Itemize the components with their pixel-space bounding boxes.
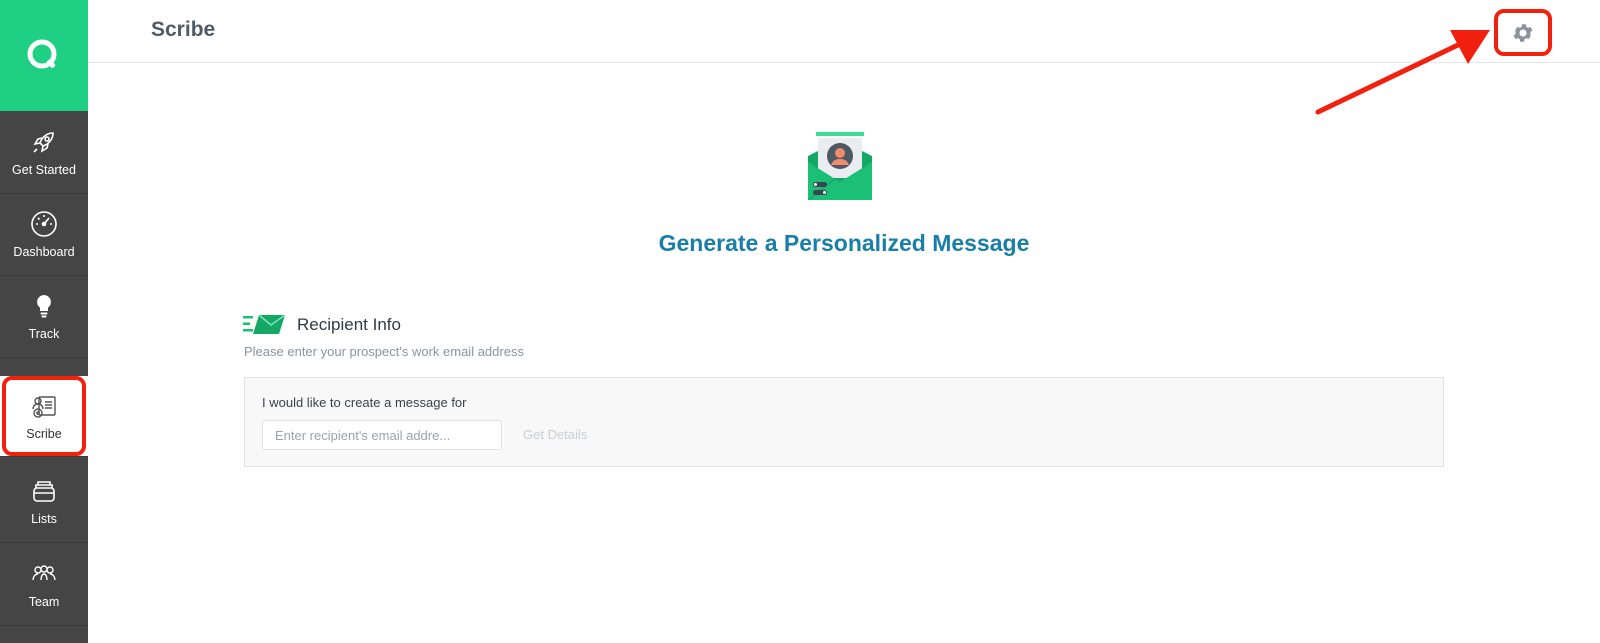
logo-icon <box>27 39 57 68</box>
sidebar-item-track[interactable]: Track <box>0 275 88 358</box>
sidebar-item-team[interactable]: Team <box>0 543 88 626</box>
annotation-arrow <box>1315 30 1490 115</box>
lightbulb-icon <box>29 291 59 321</box>
sidebar: Get Started Dashboard Track Scribe Lists… <box>0 0 88 643</box>
sidebar-item-label: Track <box>28 327 60 341</box>
team-icon <box>29 559 59 589</box>
stack-icon <box>29 476 59 506</box>
sidebar-item-get-started[interactable]: Get Started <box>0 111 88 194</box>
recipient-email-input[interactable] <box>262 420 502 450</box>
page-title: Scribe <box>151 18 216 41</box>
sidebar-item-label: Scribe <box>26 427 62 441</box>
fast-envelope-icon <box>243 313 286 340</box>
sidebar-item-label: Get Started <box>12 163 76 177</box>
rocket-icon <box>29 127 59 157</box>
app-logo[interactable] <box>0 0 88 111</box>
section-subtitle: Please enter your prospect's work email … <box>244 344 524 359</box>
personalized-message-illustration <box>806 132 876 207</box>
envelope-avatar-icon <box>807 132 872 201</box>
sidebar-item-scribe[interactable]: Scribe <box>0 376 88 457</box>
get-details-button[interactable]: Get Details <box>523 427 587 442</box>
scribe-icon <box>29 391 59 421</box>
sidebar-item-label: Lists <box>31 512 57 526</box>
recipient-form-panel: I would like to create a message for Get… <box>244 377 1444 467</box>
hero-title: Generate a Personalized Message <box>658 230 1030 256</box>
section-title: Recipient Info <box>297 315 401 334</box>
settings-button[interactable] <box>1494 9 1552 56</box>
gear-icon <box>1513 23 1533 42</box>
sidebar-item-lists[interactable]: Lists <box>0 460 88 543</box>
sidebar-item-label: Team <box>28 595 60 609</box>
form-label: I would like to create a message for <box>262 395 467 410</box>
